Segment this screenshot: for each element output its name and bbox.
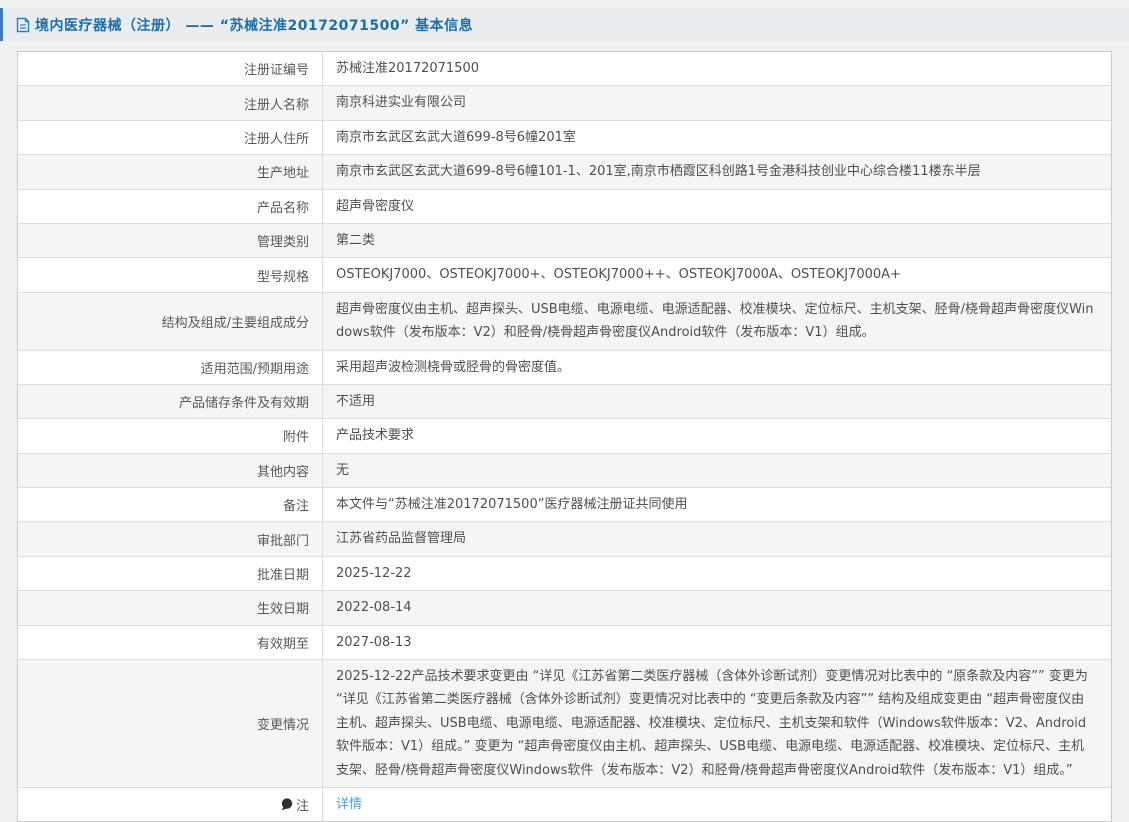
row-label: 生效日期 [18, 591, 323, 624]
row-label: 其他内容 [18, 454, 323, 487]
table-row: 产品名称超声骨密度仪 [18, 190, 1111, 224]
page-header: 境内医疗器械（注册） —— “苏械注准20172071500” 基本信息 [0, 8, 1129, 41]
row-label: 备注 [18, 488, 323, 521]
row-value: 2027-08-13 [323, 626, 1111, 659]
table-row: 附件产品技术要求 [18, 419, 1111, 453]
row-value: 采用超声波检测桡骨或胫骨的骨密度值。 [323, 351, 1111, 384]
table-row: 管理类别第二类 [18, 224, 1111, 258]
note-label: 注 [296, 795, 309, 814]
table-row: 其他内容无 [18, 454, 1111, 488]
row-value: 本文件与“苏械注准20172071500”医疗器械注册证共同使用 [323, 488, 1111, 521]
note-value-cell: 详情 [323, 788, 1111, 821]
table-row: 注册人名称南京科进实业有限公司 [18, 86, 1111, 120]
row-label: 管理类别 [18, 224, 323, 257]
table-row: 结构及组成/主要组成成分超声骨密度仪由主机、超声探头、USB电缆、电源电缆、电源… [18, 293, 1111, 351]
row-label: 有效期至 [18, 626, 323, 659]
row-label: 变更情况 [18, 660, 323, 787]
row-label: 适用范围/预期用途 [18, 351, 323, 384]
row-value: 南京市玄武区玄武大道699-8号6幢101-1、201室,南京市栖霞区科创路1号… [323, 155, 1111, 188]
table-row: 生效日期2022-08-14 [18, 591, 1111, 625]
table-row: 批准日期2025-12-22 [18, 557, 1111, 591]
row-label: 注册人住所 [18, 121, 323, 154]
row-value: 江苏省药品监督管理局 [323, 522, 1111, 555]
row-label: 审批部门 [18, 522, 323, 555]
row-label: 产品名称 [18, 190, 323, 223]
row-label: 注册证编号 [18, 52, 323, 85]
table-row: 适用范围/预期用途采用超声波检测桡骨或胫骨的骨密度值。 [18, 351, 1111, 385]
row-value: OSTEOKJ7000、OSTEOKJ7000+、OSTEOKJ7000++、O… [323, 258, 1111, 291]
table-row: 有效期至2027-08-13 [18, 626, 1111, 660]
row-value: 2025-12-22 [323, 557, 1111, 590]
table-row: 备注本文件与“苏械注准20172071500”医疗器械注册证共同使用 [18, 488, 1111, 522]
row-label: 产品储存条件及有效期 [18, 385, 323, 418]
row-value: 无 [323, 454, 1111, 487]
table-row: 注册证编号苏械注准20172071500 [18, 52, 1111, 86]
table-row: 注册人住所南京市玄武区玄武大道699-8号6幢201室 [18, 121, 1111, 155]
row-label: 注册人名称 [18, 86, 323, 119]
row-label: 附件 [18, 419, 323, 452]
row-label: 结构及组成/主要组成成分 [18, 293, 323, 350]
note-icon [281, 798, 293, 811]
row-label: 型号规格 [18, 258, 323, 291]
row-label: 生产地址 [18, 155, 323, 188]
row-value: 第二类 [323, 224, 1111, 257]
row-value: 超声骨密度仪 [323, 190, 1111, 223]
row-value: 南京科进实业有限公司 [323, 86, 1111, 119]
row-value: 2022-08-14 [323, 591, 1111, 624]
table-row: 型号规格OSTEOKJ7000、OSTEOKJ7000+、OSTEOKJ7000… [18, 258, 1111, 292]
document-icon [16, 17, 30, 33]
row-value: 苏械注准20172071500 [323, 52, 1111, 85]
table-row: 产品储存条件及有效期不适用 [18, 385, 1111, 419]
detail-link[interactable]: 详情 [336, 793, 362, 816]
table-row-note: 注 详情 [18, 788, 1111, 821]
row-value: 产品技术要求 [323, 419, 1111, 452]
table-row: 生产地址南京市玄武区玄武大道699-8号6幢101-1、201室,南京市栖霞区科… [18, 155, 1111, 189]
row-value: 2025-12-22产品技术要求变更由 “详见《江苏省第二类医疗器械（含体外诊断… [323, 660, 1111, 787]
row-value: 南京市玄武区玄武大道699-8号6幢201室 [323, 121, 1111, 154]
table-row: 审批部门江苏省药品监督管理局 [18, 522, 1111, 556]
registration-info-table: 注册证编号苏械注准20172071500注册人名称南京科进实业有限公司注册人住所… [17, 51, 1112, 822]
table-row: 变更情况2025-12-22产品技术要求变更由 “详见《江苏省第二类医疗器械（含… [18, 660, 1111, 788]
row-label: 批准日期 [18, 557, 323, 590]
page: 境内医疗器械（注册） —— “苏械注准20172071500” 基本信息 注册证… [0, 8, 1129, 822]
row-value: 超声骨密度仪由主机、超声探头、USB电缆、电源电缆、电源适配器、校准模块、定位标… [323, 293, 1111, 350]
note-label-cell: 注 [18, 788, 323, 821]
page-title: 境内医疗器械（注册） —— “苏械注准20172071500” 基本信息 [35, 15, 473, 35]
row-value: 不适用 [323, 385, 1111, 418]
